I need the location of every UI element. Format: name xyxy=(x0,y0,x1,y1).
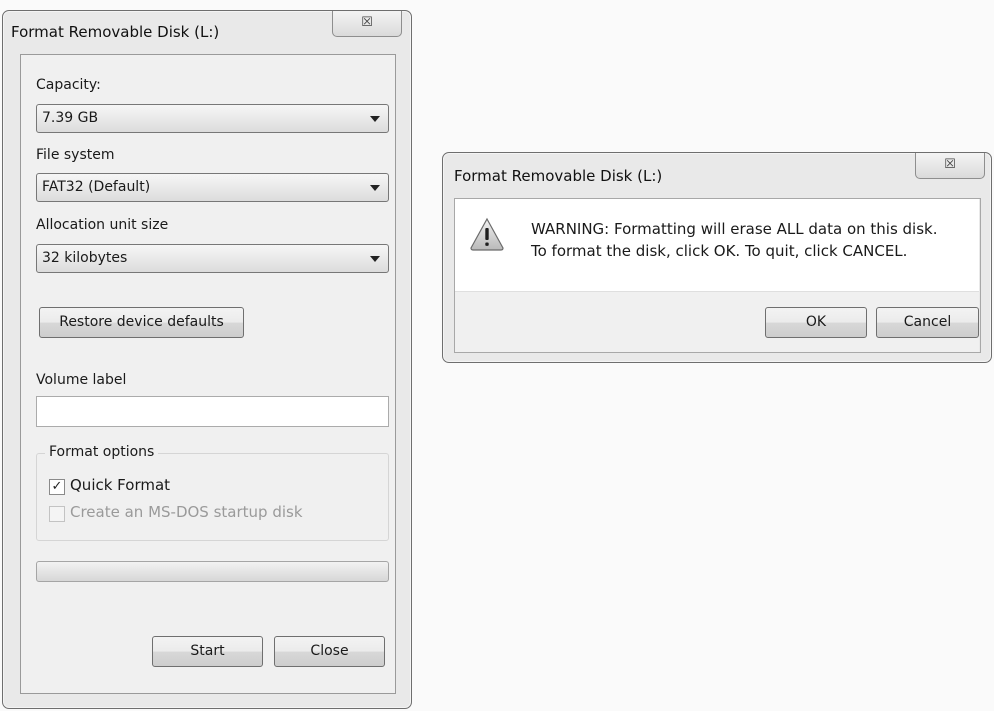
warning-message-line1: WARNING: Formatting will erase ALL data … xyxy=(531,220,938,238)
close-window-button[interactable]: ☒ xyxy=(332,11,402,37)
warning-triangle-icon xyxy=(470,217,504,251)
format-dialog: Format Removable Disk (L:) ☒ Capacity: 7… xyxy=(2,10,412,709)
close-icon: ☒ xyxy=(944,157,956,172)
quick-format-label: Quick Format xyxy=(70,476,171,494)
warning-dialog-title: Format Removable Disk (L:) xyxy=(454,167,663,185)
capacity-dropdown[interactable]: 7.39 GB xyxy=(36,104,389,133)
warning-message-line2: To format the disk, click OK. To quit, c… xyxy=(531,242,908,260)
volume-label-input[interactable] xyxy=(36,396,389,427)
format-dialog-body: Capacity: 7.39 GB File system FAT32 (Def… xyxy=(20,54,396,694)
chevron-down-icon xyxy=(370,185,380,191)
quick-format-checkbox[interactable]: ✓ xyxy=(49,479,65,495)
close-button[interactable]: Close xyxy=(274,636,385,667)
warning-button-bar: OK Cancel xyxy=(455,291,979,352)
close-icon: ☒ xyxy=(361,15,373,30)
restore-defaults-button[interactable]: Restore device defaults xyxy=(39,307,244,338)
format-dialog-title: Format Removable Disk (L:) xyxy=(11,23,220,41)
file-system-label: File system xyxy=(36,147,115,163)
start-button[interactable]: Start xyxy=(152,636,263,667)
msdos-startup-label: Create an MS-DOS startup disk xyxy=(70,503,303,521)
cancel-button[interactable]: Cancel xyxy=(876,307,979,338)
checkmark-icon: ✓ xyxy=(51,479,63,494)
format-options-group: Format options ✓ Quick Format Create an … xyxy=(36,444,389,541)
allocation-unit-dropdown[interactable]: 32 kilobytes xyxy=(36,244,389,273)
volume-label-label: Volume label xyxy=(36,372,127,388)
allocation-unit-value: 32 kilobytes xyxy=(42,250,128,266)
chevron-down-icon xyxy=(370,256,380,262)
chevron-down-icon xyxy=(370,116,380,122)
allocation-unit-label: Allocation unit size xyxy=(36,217,169,233)
format-progress-bar xyxy=(36,561,389,582)
capacity-label: Capacity: xyxy=(36,77,101,93)
file-system-value: FAT32 (Default) xyxy=(42,179,151,195)
capacity-value: 7.39 GB xyxy=(42,110,99,126)
warning-dialog: Format Removable Disk (L:) ☒ WARNING: Fo… xyxy=(442,152,992,363)
ok-button[interactable]: OK xyxy=(765,307,867,338)
close-window-button[interactable]: ☒ xyxy=(915,153,985,179)
format-options-title: Format options xyxy=(45,444,159,460)
msdos-startup-checkbox[interactable] xyxy=(49,506,65,522)
warning-message-area: WARNING: Formatting will erase ALL data … xyxy=(455,199,979,291)
file-system-dropdown[interactable]: FAT32 (Default) xyxy=(36,173,389,202)
